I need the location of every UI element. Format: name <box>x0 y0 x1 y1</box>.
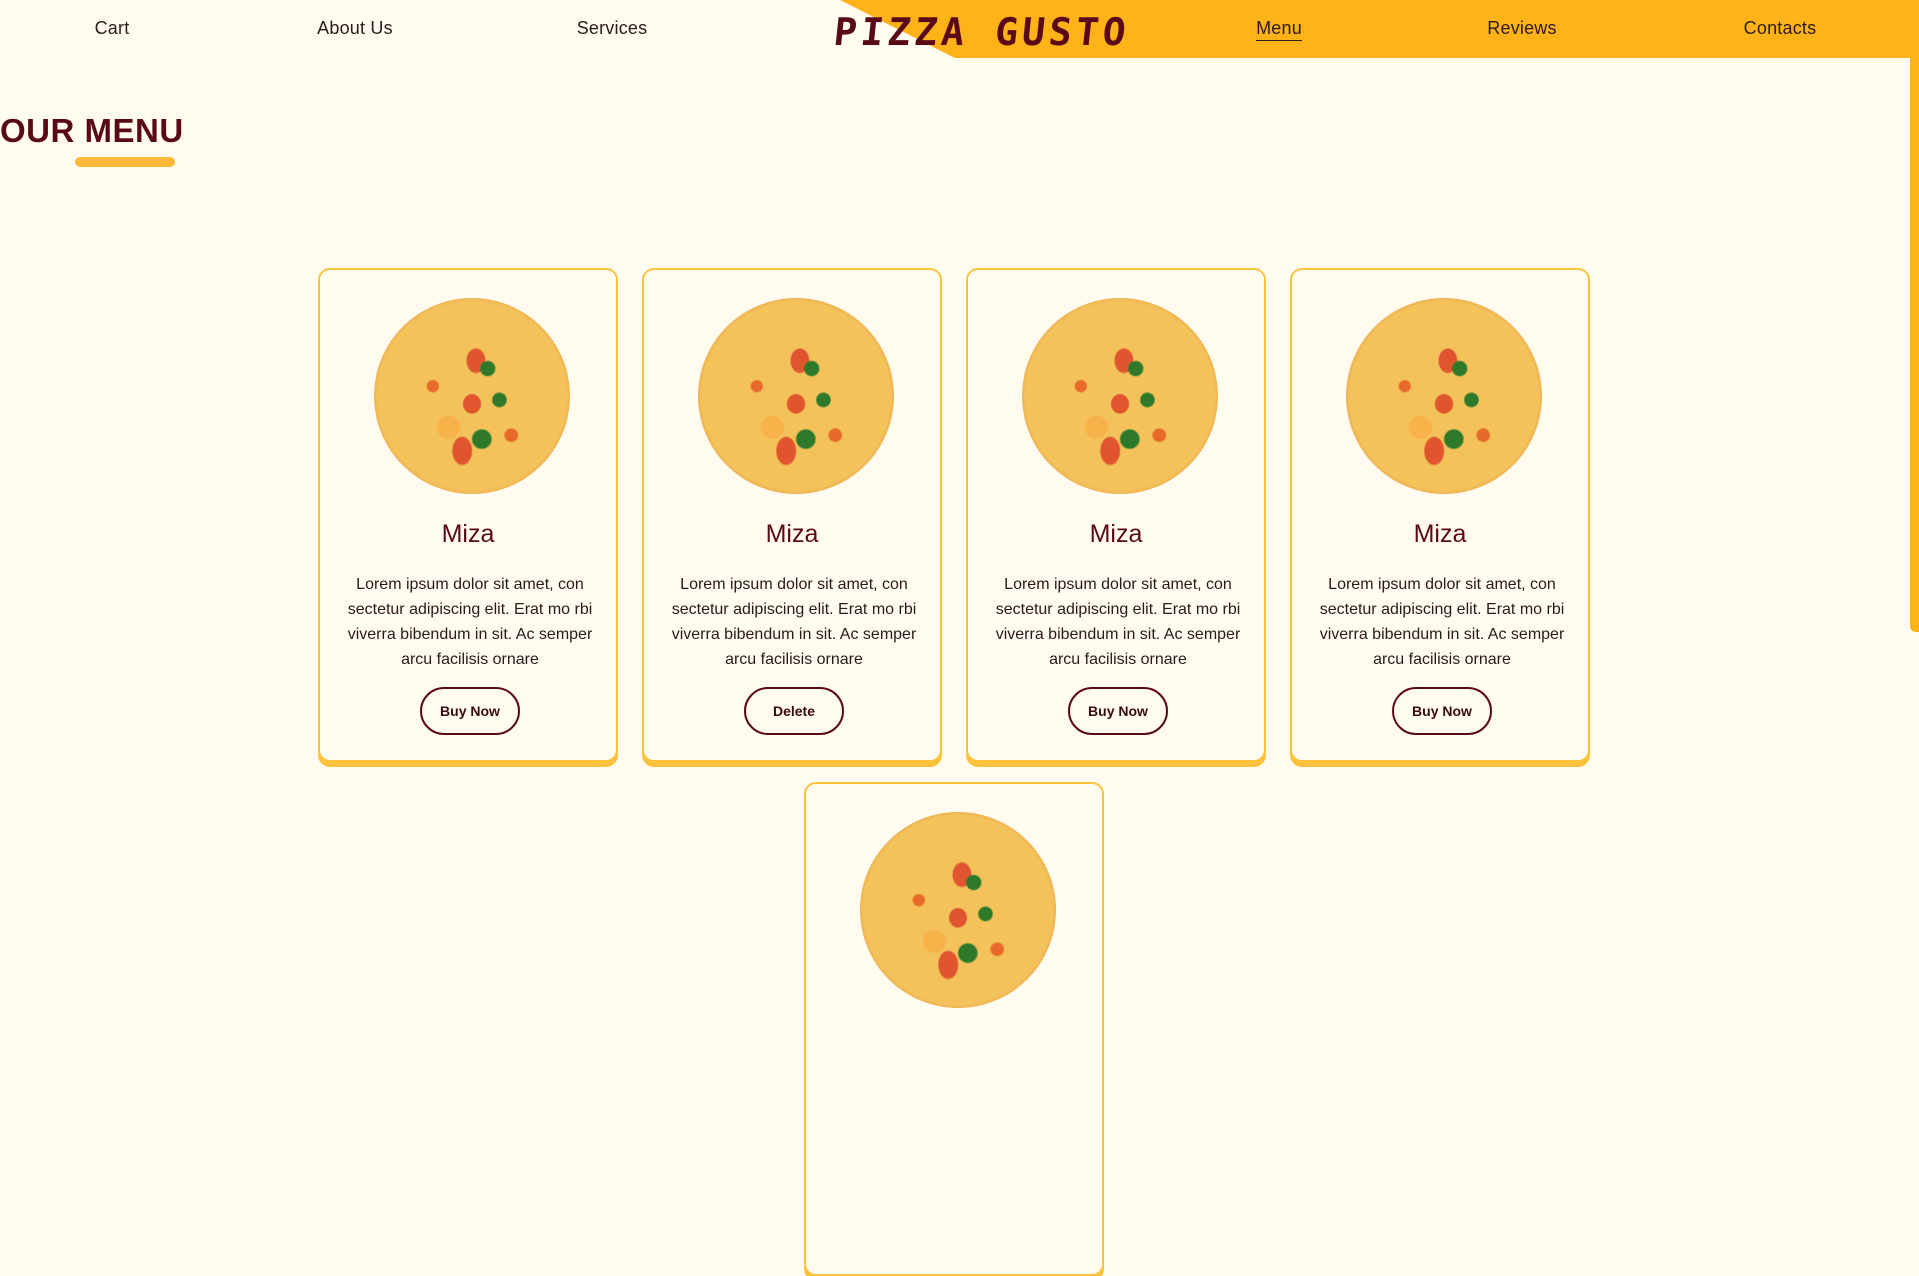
title-underline <box>75 157 175 167</box>
card-description: Lorem ipsum dolor sit amet, con sectetur… <box>671 576 917 668</box>
pizza-image <box>1022 298 1218 494</box>
card-description: Lorem ipsum dolor sit amet, con sectetur… <box>995 576 1241 668</box>
brand-logo[interactable]: PIZZA GUSTO <box>832 10 1132 54</box>
menu-card: Miza Lorem ipsum dolor sit amet, con sec… <box>1290 268 1590 762</box>
card-title: Miza <box>441 520 495 548</box>
buy-now-button[interactable]: Buy Now <box>1068 687 1168 735</box>
nav-about-us[interactable]: About Us <box>317 18 393 39</box>
menu-card: Miza Lorem ipsum dolor sit amet, con sec… <box>318 268 618 762</box>
card-title: Miza <box>765 520 819 548</box>
card-title: Miza <box>1413 520 1467 548</box>
delete-button[interactable]: Delete <box>744 687 844 735</box>
pizza-image <box>1346 298 1542 494</box>
pizza-image <box>698 298 894 494</box>
nav-menu[interactable]: Menu <box>1256 18 1302 39</box>
pizza-image <box>374 298 570 494</box>
nav-reviews[interactable]: Reviews <box>1487 18 1556 39</box>
right-accent-edge <box>1910 0 1919 632</box>
nav-services[interactable]: Services <box>577 18 648 39</box>
nav-cart[interactable]: Cart <box>95 18 130 39</box>
nav-contacts[interactable]: Contacts <box>1744 18 1817 39</box>
menu-card <box>804 782 1104 1276</box>
card-description: Lorem ipsum dolor sit amet, con sectetur… <box>1319 576 1565 668</box>
pizza-image <box>860 812 1056 1008</box>
buy-now-button[interactable]: Buy Now <box>1392 687 1492 735</box>
main-nav: Cart About Us Services PIZZA GUSTO Menu … <box>0 0 1919 58</box>
card-title: Miza <box>1089 520 1143 548</box>
buy-now-button[interactable]: Buy Now <box>420 687 520 735</box>
menu-card: Miza Lorem ipsum dolor sit amet, con sec… <box>966 268 1266 762</box>
menu-card: Miza Lorem ipsum dolor sit amet, con sec… <box>642 268 942 762</box>
section-title: OUR MENU <box>0 112 184 149</box>
card-description: Lorem ipsum dolor sit amet, con sectetur… <box>347 576 593 668</box>
